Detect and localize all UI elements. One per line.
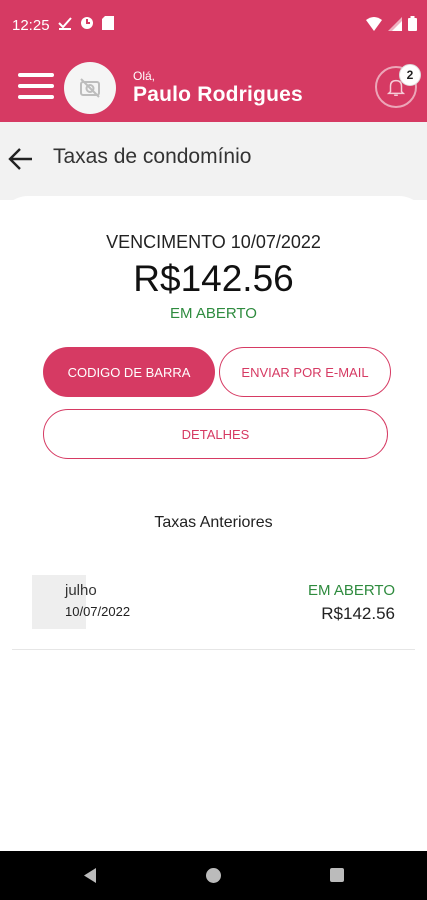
barcode-button[interactable]: CODIGO DE BARRA (43, 347, 215, 397)
app-header: Olá, Paulo Rodrigues 2 (0, 52, 427, 122)
arrow-left-icon (8, 148, 32, 170)
notification-badge: 2 (399, 64, 421, 86)
nav-home-icon[interactable] (206, 868, 221, 883)
nav-back-icon[interactable] (82, 867, 98, 884)
status-system-icons (366, 16, 417, 31)
item-status: EM ABERTO (308, 582, 395, 599)
send-email-button[interactable]: ENVIAR POR E-MAIL (219, 347, 391, 397)
system-nav-bar (0, 851, 427, 900)
status-bar: 12:25 (0, 0, 427, 52)
battery-icon (408, 16, 417, 31)
no-photo-icon (80, 78, 100, 98)
signal-icon (388, 16, 402, 31)
fee-amount: R$142.56 (133, 258, 294, 299)
nav-recents-icon[interactable] (330, 868, 344, 882)
fee-status: EM ABERTO (170, 305, 257, 322)
app-icon (81, 17, 93, 29)
status-time: 12:25 (12, 17, 50, 34)
item-amount: R$142.56 (321, 604, 395, 623)
item-month: julho (65, 582, 97, 599)
avatar[interactable] (64, 62, 116, 114)
check-icon (58, 17, 72, 30)
wifi-icon (366, 16, 382, 31)
fee-card: VENCIMENTO 10/07/2022 R$142.56 EM ABERTO… (0, 196, 427, 856)
back-button[interactable] (6, 144, 36, 174)
page-title: Taxas de condomínio (53, 145, 252, 168)
status-notification-icons (58, 16, 114, 30)
list-item[interactable]: julho 10/07/2022 EM ABERTO R$142.56 (12, 572, 415, 650)
greeting-label: Olá, (133, 69, 156, 83)
menu-icon[interactable] (18, 73, 56, 103)
sd-card-icon (102, 16, 114, 30)
item-date: 10/07/2022 (65, 604, 131, 619)
details-button[interactable]: DETALHES (43, 409, 388, 459)
previous-fees-title: Taxas Anteriores (154, 514, 273, 531)
page-header: Taxas de condomínio (0, 122, 427, 200)
user-name: Paulo Rodrigues (133, 83, 303, 106)
due-date-label: VENCIMENTO 10/07/2022 (106, 232, 321, 252)
